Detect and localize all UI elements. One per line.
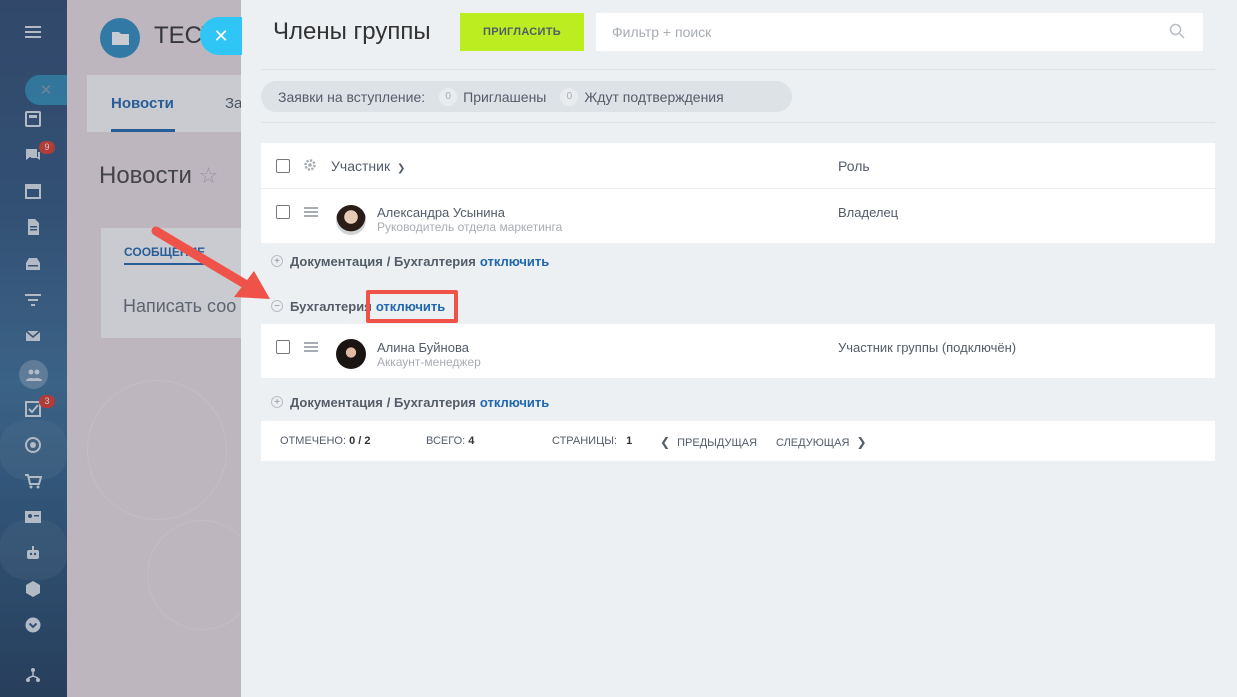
column-member[interactable]: Участник ❯ — [331, 158, 405, 174]
pages-value[interactable]: 1 — [626, 435, 632, 447]
row-checkbox[interactable] — [276, 205, 290, 219]
close-slider-button[interactable]: ✕ — [200, 17, 242, 55]
avatar[interactable] — [336, 339, 366, 369]
prev-label: ПРЕДЫДУЩАЯ — [677, 437, 758, 449]
selected-label: ОТМЕЧЕНО: — [280, 435, 346, 447]
panel-title: Члены группы — [273, 18, 431, 45]
grid-header: Участник ❯ Роль — [261, 143, 1215, 189]
invited-count: 0 — [439, 87, 458, 106]
column-role[interactable]: Роль — [838, 158, 870, 174]
member-name[interactable]: Алина Буйнова — [377, 340, 469, 355]
expand-plus-icon[interactable]: + — [271, 396, 283, 408]
table-row[interactable]: Александра Усынина Руководитель отдела м… — [261, 189, 1215, 243]
department-name: Документация — [290, 394, 383, 410]
next-label: СЛЕДУЮЩАЯ — [776, 437, 850, 449]
table-row[interactable]: Алина Буйнова Аккаунт-менеджер Участник … — [261, 324, 1215, 378]
member-role: Участник группы (подключён) — [838, 340, 1017, 355]
chevron-right-icon: ❯ — [856, 435, 867, 449]
avatar[interactable] — [336, 205, 366, 235]
department-name: Бухгалтерия — [290, 298, 372, 314]
member-position: Аккаунт-менеджер — [377, 355, 481, 369]
selected-value: 0 / 2 — [349, 435, 371, 447]
gear-icon[interactable] — [303, 158, 317, 172]
divider — [261, 122, 1215, 123]
department-path: / Бухгалтерия — [386, 253, 476, 269]
next-page-button[interactable]: СЛЕДУЮЩАЯ ❯ — [776, 435, 867, 449]
disconnect-link[interactable]: отключить — [480, 254, 549, 269]
divider — [261, 69, 1215, 70]
chevron-left-icon: ❯ — [660, 435, 671, 449]
invite-button[interactable]: ПРИГЛАСИТЬ — [460, 13, 584, 51]
pages-label: СТРАНИЦЫ: — [552, 435, 618, 447]
close-icon: ✕ — [213, 25, 229, 46]
selected-counter: ОТМЕЧЕНО: 0 / 2 — [280, 435, 370, 447]
select-all-checkbox[interactable] — [276, 159, 290, 173]
department-row: + Документация / Бухгалтерия отключить — [261, 243, 1215, 279]
member-position: Руководитель отдела маркетинга — [377, 220, 563, 234]
members-grid: Участник ❯ Роль Александра Усынина Руков… — [261, 143, 1215, 243]
row-checkbox[interactable] — [276, 340, 290, 354]
pages-counter: СТРАНИЦЫ: 1 — [552, 435, 632, 447]
prev-page-button[interactable]: ❯ ПРЕДЫДУЩАЯ — [660, 435, 757, 449]
department-name: Документация — [290, 253, 383, 269]
grid-footer: ОТМЕЧЕНО: 0 / 2 ВСЕГО: 4 СТРАНИЦЫ: 1 ❯ П… — [261, 421, 1215, 461]
department-path: / Бухгалтерия — [386, 394, 476, 410]
total-value: 4 — [468, 435, 475, 447]
group-members-slider: Члены группы ПРИГЛАСИТЬ Заявки на вступл… — [241, 0, 1237, 697]
disconnect-link[interactable]: отключить — [376, 299, 445, 314]
drag-handle-icon[interactable] — [304, 207, 318, 217]
collapse-minus-icon[interactable]: − — [271, 300, 283, 312]
requests-label: Заявки на вступление: — [278, 88, 426, 105]
disconnect-link[interactable]: отключить — [480, 395, 549, 410]
search-input[interactable] — [596, 13, 1203, 51]
column-member-label: Участник — [331, 158, 391, 174]
waiting-count: 0 — [560, 87, 579, 106]
department-row: + Документация / Бухгалтерия отключить — [261, 384, 1215, 420]
search-icon[interactable] — [1169, 23, 1185, 44]
drag-handle-icon[interactable] — [304, 342, 318, 352]
total-label: ВСЕГО: — [426, 435, 466, 447]
invited-filter[interactable]: Приглашены — [463, 89, 546, 105]
member-role: Владелец — [838, 205, 899, 220]
total-counter: ВСЕГО: 4 — [426, 435, 474, 447]
department-row-expanded: − Бухгалтерия отключить — [261, 288, 1215, 324]
chevron-down-icon: ❯ — [396, 163, 406, 174]
join-requests-bar: Заявки на вступление: 0 Приглашены 0 Жду… — [261, 81, 792, 112]
waiting-filter[interactable]: Ждут подтверждения — [584, 89, 723, 105]
expand-plus-icon[interactable]: + — [271, 255, 283, 267]
member-name[interactable]: Александра Усынина — [377, 205, 505, 220]
